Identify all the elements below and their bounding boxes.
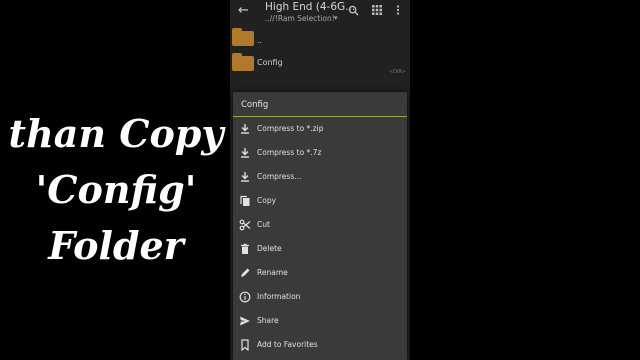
context-menu: Config Compress to *.zip Compress to *.7… [233,92,407,360]
folder-title: High End (4-6G... [265,1,356,13]
menu-item-label: Rename [257,268,288,277]
search-icon[interactable] [348,5,359,19]
menu-item-label: Compress... [257,172,302,181]
chevron-down-icon[interactable]: ▾ [334,14,338,22]
menu-item-label: Share [257,316,279,325]
file-name: Config [257,58,283,67]
download-icon [241,172,249,182]
bookmark-icon [241,339,249,351]
trash-icon [241,243,249,254]
menu-item-compress[interactable]: Compress... [233,166,407,190]
menu-item-label: Add to Favorites [257,340,318,349]
menu-item-compress-zip[interactable]: Compress to *.zip [233,118,407,142]
copy-icon [240,195,250,206]
menu-item-information[interactable]: Information [233,286,407,310]
pencil-icon [241,268,250,277]
folder-path[interactable]: ..//!Ram Selection! [265,14,335,23]
menu-item-copy[interactable]: Copy [233,190,407,214]
info-icon [239,291,251,303]
file-meta: <DIR> [388,69,406,75]
caption-line-1: than Copy [8,111,224,156]
menu-item-label: Cut [257,220,270,229]
caption-line-2: 'Config' [35,167,197,212]
menu-item-label: Compress to *.7z [257,148,322,157]
folder-icon [232,53,254,71]
grid-view-icon[interactable] [372,5,382,18]
share-icon [240,316,250,326]
menu-item-label: Delete [257,244,282,253]
menu-item-delete[interactable]: Delete [233,238,407,262]
menu-item-cut[interactable]: Cut [233,214,407,238]
menu-item-share[interactable]: Share [233,310,407,334]
menu-item-label: Compress to *.zip [257,124,324,133]
app-bar: ← High End (4-6G... ..//!Ram Selection! … [230,0,410,26]
more-vert-icon[interactable] [396,5,400,18]
download-icon [241,148,249,158]
scissors-icon [239,219,251,231]
caption-line-3: Folder [48,223,184,268]
menu-item-add-favorites[interactable]: Add to Favorites [233,334,407,358]
folder-icon [232,28,254,46]
menu-divider [233,116,407,117]
menu-item-label: Information [257,292,301,301]
back-arrow-icon[interactable]: ← [238,3,249,18]
overlay-caption: than Copy 'Config' Folder [0,106,232,274]
menu-title: Config [241,100,269,110]
phone-screen: ← High End (4-6G... ..//!Ram Selection! … [230,0,410,360]
download-icon [241,124,249,134]
menu-item-compress-7z[interactable]: Compress to *.7z [233,142,407,166]
menu-item-rename[interactable]: Rename [233,262,407,286]
file-name: .. [257,36,263,45]
menu-item-label: Copy [257,196,277,205]
